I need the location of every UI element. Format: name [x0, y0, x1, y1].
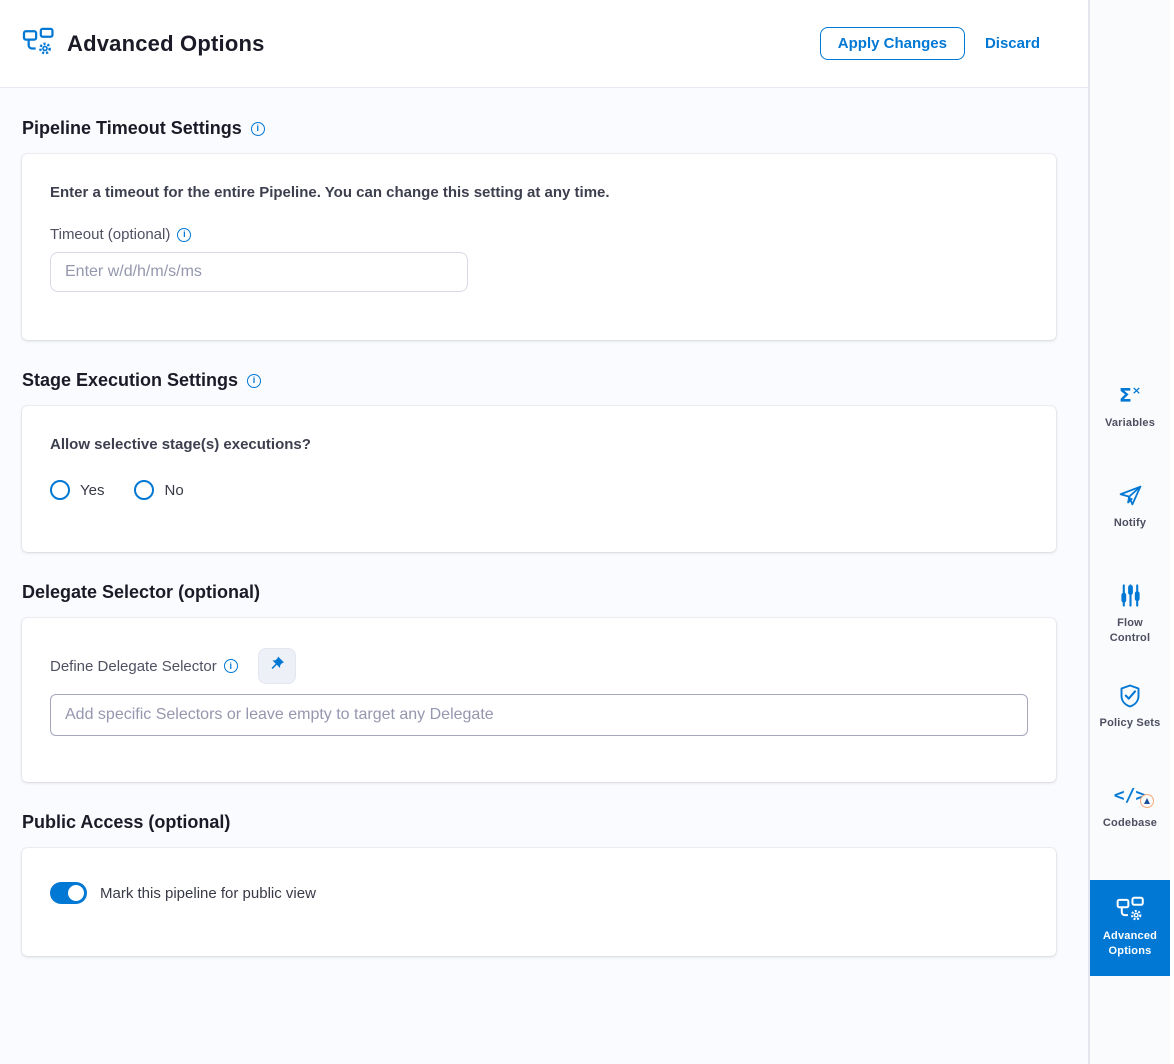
- info-icon[interactable]: i: [224, 659, 238, 673]
- pipeline-gear-icon: [22, 27, 54, 60]
- info-icon[interactable]: i: [177, 228, 191, 242]
- public-access-heading-label: Public Access (optional): [22, 812, 230, 833]
- sidebar-item-label: Variables: [1105, 416, 1155, 431]
- pipeline-gear-icon: [1116, 895, 1144, 922]
- delegate-card: Define Delegate Selector i: [22, 618, 1056, 782]
- sidebar-item-notify[interactable]: Notify: [1090, 480, 1170, 580]
- stage-execution-section-heading: Stage Execution Settings i: [22, 370, 1056, 391]
- public-access-card: Mark this pipeline for public view: [22, 848, 1056, 956]
- public-access-section-heading: Public Access (optional): [22, 812, 1056, 833]
- content-area: Pipeline Timeout Settings i Enter a time…: [0, 88, 1088, 1064]
- paper-plane-icon: [1118, 482, 1143, 509]
- stage-execution-card: Allow selective stage(s) executions? Yes…: [22, 406, 1056, 552]
- radio-circle-icon[interactable]: [50, 480, 70, 500]
- info-icon[interactable]: i: [251, 122, 265, 136]
- delegate-field-label: Define Delegate Selector i: [50, 658, 238, 675]
- sidebar-item-policy-sets[interactable]: Policy Sets: [1090, 680, 1170, 780]
- sidebar-item-variables[interactable]: Σ× Variables: [1090, 380, 1170, 480]
- stage-execution-heading-label: Stage Execution Settings: [22, 370, 238, 391]
- warning-badge-icon: [1140, 794, 1154, 808]
- timeout-heading-label: Pipeline Timeout Settings: [22, 118, 242, 139]
- delegate-label-row: Define Delegate Selector i: [50, 648, 1028, 684]
- public-view-toggle-row: Mark this pipeline for public view: [50, 878, 1028, 926]
- radio-option-no[interactable]: No: [134, 480, 183, 500]
- apply-changes-button[interactable]: Apply Changes: [820, 27, 965, 60]
- discard-button[interactable]: Discard: [985, 35, 1040, 52]
- selective-stage-question: Allow selective stage(s) executions?: [50, 436, 1028, 453]
- sidebar-item-label: Codebase: [1103, 816, 1157, 831]
- radio-option-yes[interactable]: Yes: [50, 480, 104, 500]
- info-icon[interactable]: i: [247, 374, 261, 388]
- delegate-label-text: Define Delegate Selector: [50, 658, 217, 675]
- sidebar-item-label: Advanced Options: [1099, 929, 1161, 960]
- header: Advanced Options Apply Changes Discard: [0, 0, 1088, 88]
- sidebar-item-label: Policy Sets: [1100, 716, 1161, 731]
- sidebar-item-codebase[interactable]: </> Codebase: [1090, 780, 1170, 880]
- timeout-input[interactable]: [50, 252, 468, 292]
- code-warning-icon: </>: [1114, 782, 1147, 809]
- radio-no-label: No: [164, 482, 183, 499]
- public-view-toggle[interactable]: [50, 882, 87, 904]
- timeout-label-text: Timeout (optional): [50, 226, 170, 243]
- main-panel: Advanced Options Apply Changes Discard P…: [0, 0, 1088, 1064]
- sidebar-item-label: Notify: [1114, 516, 1146, 531]
- pushpin-icon: [268, 656, 286, 677]
- sliders-icon: [1119, 582, 1142, 609]
- sidebar-item-advanced-options[interactable]: Advanced Options: [1090, 880, 1170, 976]
- timeout-description: Enter a timeout for the entire Pipeline.…: [50, 184, 1028, 201]
- timeout-field-label: Timeout (optional) i: [50, 226, 1028, 243]
- shield-check-icon: [1118, 682, 1142, 709]
- header-actions: Apply Changes Discard: [820, 27, 1040, 60]
- timeout-section-heading: Pipeline Timeout Settings i: [22, 118, 1056, 139]
- radio-circle-icon[interactable]: [134, 480, 154, 500]
- radio-yes-label: Yes: [80, 482, 104, 499]
- page-title: Advanced Options: [67, 31, 265, 57]
- delegate-section-heading: Delegate Selector (optional): [22, 582, 1056, 603]
- timeout-card: Enter a timeout for the entire Pipeline.…: [22, 154, 1056, 340]
- sidebar-item-label: Flow Control: [1099, 616, 1161, 647]
- sigma-x-icon: Σ×: [1119, 382, 1141, 409]
- selective-stage-radio-group: Yes No: [50, 480, 1028, 522]
- delegate-selector-input[interactable]: [50, 694, 1028, 736]
- sidebar-item-flow-control[interactable]: Flow Control: [1090, 580, 1170, 680]
- public-view-toggle-label: Mark this pipeline for public view: [100, 885, 316, 902]
- right-sidebar: Σ× Variables Notify: [1088, 0, 1170, 1064]
- pin-button[interactable]: [258, 648, 296, 684]
- delegate-heading-label: Delegate Selector (optional): [22, 582, 260, 603]
- app-root: Advanced Options Apply Changes Discard P…: [0, 0, 1174, 1064]
- toggle-knob: [68, 885, 84, 901]
